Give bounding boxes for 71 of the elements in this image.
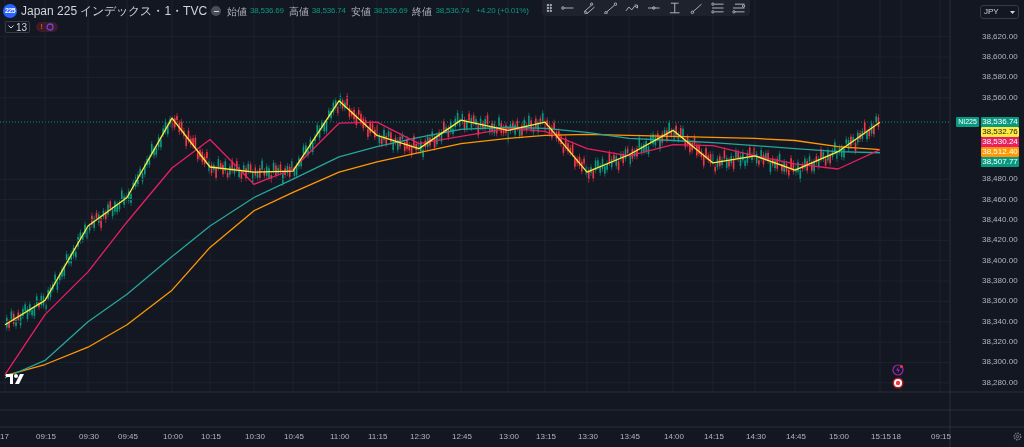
time-axis-label: 14:45 (786, 432, 807, 442)
price-axis-label: 38,360.00 (982, 296, 1018, 307)
chevron-down-icon (8, 25, 14, 29)
price-tag: 38,530.24 (981, 137, 1019, 147)
drag-handle-icon[interactable] (546, 2, 553, 14)
price-tag: 38,532.76 (981, 127, 1019, 137)
price-change: +4.20 (+0.01%) (476, 5, 529, 17)
price-axis-label: 38,280.00 (982, 377, 1018, 388)
time-axis-label: 10:45 (284, 432, 305, 442)
time-axis-label: 13:45 (620, 432, 641, 442)
pitchfork-levels-icon[interactable] (732, 2, 746, 14)
time-axis-label: 17 (0, 432, 9, 442)
time-axis-label: 13:00 (499, 432, 520, 442)
ohlc-label: 始値 (227, 4, 248, 19)
record-icon[interactable] (892, 377, 904, 389)
time-axis-label: 14:15 (704, 432, 725, 442)
price-axis-label: 38,420.00 (982, 235, 1018, 246)
price-tag: 38,507.77 (981, 157, 1019, 167)
time-axis-label: 14:00 (664, 432, 685, 442)
settings-icon[interactable] (1013, 432, 1022, 441)
time-axis-label: 10:15 (201, 432, 222, 442)
ohlc-value: 38,536.74 (435, 5, 470, 17)
price-axis-label: 38,600.00 (982, 52, 1018, 62)
time-axis-label: 15:15 (871, 432, 892, 442)
ray-line-icon[interactable] (689, 2, 703, 14)
price-axis-label: 38,580.00 (982, 72, 1018, 83)
price-axis-label: 38,340.00 (982, 316, 1018, 327)
time-axis-label: 11:00 (330, 432, 350, 442)
price-axis-label: 38,560.00 (982, 92, 1018, 103)
ohlc-value: 38,536.74 (311, 5, 346, 17)
price-axis-label: 38,620.00 (982, 31, 1018, 42)
ohlc-label: 高値 (288, 4, 309, 19)
trend-line-icon[interactable] (603, 2, 618, 14)
currency-dropdown[interactable]: JPY (980, 5, 1019, 19)
indicators-toggle[interactable]: 13 (5, 21, 31, 33)
time-axis-label: 11:15 (368, 432, 388, 442)
time-axis-label: 15:00 (829, 432, 850, 442)
time-axis-label: 12:45 (452, 432, 473, 442)
collapse-button[interactable] (211, 6, 222, 16)
time-axis-label: 12:30 (410, 432, 431, 442)
time-axis-label: 10:30 (245, 432, 266, 442)
time-axis-label: 10:00 (163, 432, 184, 442)
time-axis-label: 14:30 (746, 432, 767, 442)
time-axis-label: 13:15 (536, 432, 557, 442)
vertical-measure-icon[interactable] (668, 2, 682, 14)
tradingview-logo-icon (6, 374, 26, 384)
time-axis-label: 13:30 (578, 432, 599, 442)
time-axis-label: 09:15 (36, 432, 57, 442)
symbol-title[interactable]: Japan 225 インデックス・1・TVC (21, 2, 208, 20)
time-axis-label: 18 (892, 432, 901, 442)
price-axis-label: 38,300.00 (982, 357, 1018, 368)
caret-icon (1010, 10, 1015, 14)
time-axis-label: 09:45 (118, 432, 139, 442)
warning-badge[interactable]: ! (40, 21, 43, 33)
ohlc-value: 38,536.69 (250, 5, 284, 17)
fib-levels-icon[interactable] (711, 2, 725, 14)
ohlc-value: 38,536.69 (373, 5, 408, 17)
time-axis-label: 09:15 (931, 432, 952, 442)
price-axis-label: 38,480.00 (982, 174, 1018, 185)
price-tag: 38,512.40 (981, 147, 1019, 157)
ohlc-label: 安値 (350, 4, 371, 19)
ohlc-label: 終値 (412, 4, 433, 19)
time-axis-label: 09:30 (79, 432, 100, 442)
lightning-icon[interactable] (892, 364, 904, 376)
price-axis-label: 38,400.00 (982, 255, 1018, 266)
path-arrow-icon[interactable] (625, 2, 639, 14)
price-tag: 38,536.74 (981, 117, 1019, 127)
price-axis-label: 38,440.00 (982, 214, 1018, 225)
price-axis-label: 38,320.00 (982, 337, 1018, 348)
price-axis-label: 38,380.00 (982, 276, 1018, 286)
price-axis-label: 38,460.00 (982, 194, 1018, 205)
